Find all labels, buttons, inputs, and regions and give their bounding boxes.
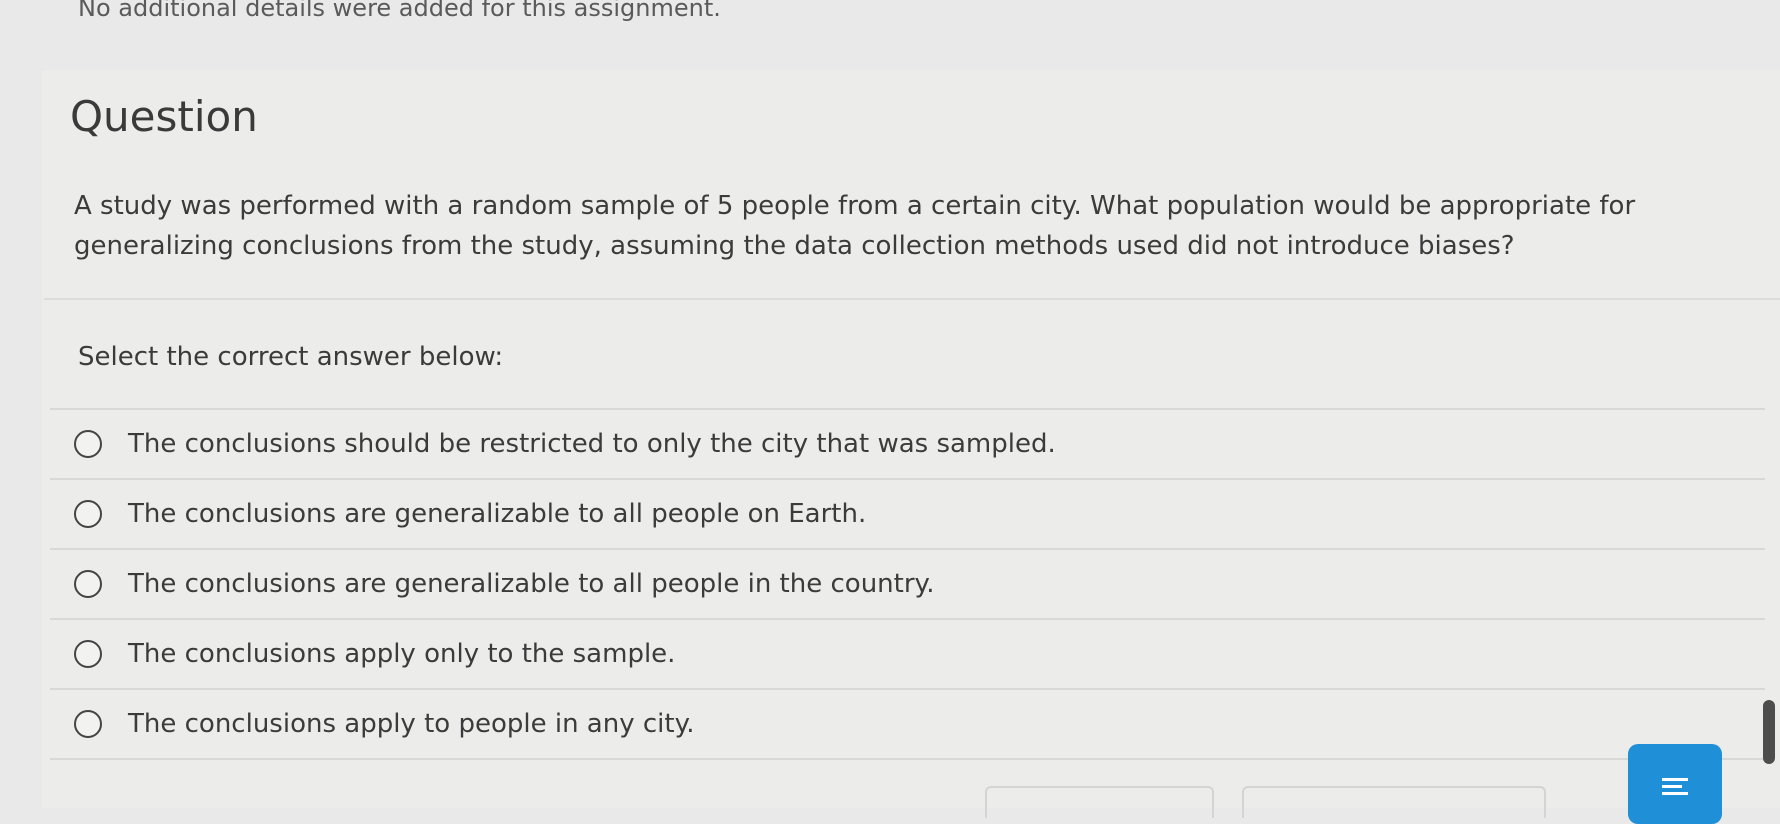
answer-choice-1[interactable]: The conclusions should be restricted to … [50, 410, 1765, 480]
menu-button[interactable] [1628, 744, 1722, 824]
answer-choice-5[interactable]: The conclusions apply to people in any c… [50, 690, 1765, 760]
radio-button[interactable] [74, 500, 102, 528]
answer-choice-4[interactable]: The conclusions apply only to the sample… [50, 620, 1765, 690]
answer-choice-label: The conclusions should be restricted to … [128, 429, 1056, 459]
radio-button[interactable] [74, 570, 102, 598]
bottom-button-outline[interactable] [985, 786, 1214, 818]
divider [44, 298, 1780, 300]
scrollbar-thumb[interactable] [1763, 700, 1775, 764]
answer-choice-3[interactable]: The conclusions are generalizable to all… [50, 550, 1765, 620]
answer-choices: The conclusions should be restricted to … [50, 408, 1765, 760]
question-heading: Question [70, 92, 258, 141]
answer-choice-label: The conclusions are generalizable to all… [128, 569, 935, 599]
answer-choice-label: The conclusions apply to people in any c… [128, 709, 695, 739]
answer-choice-label: The conclusions apply only to the sample… [128, 639, 676, 669]
answer-choice-2[interactable]: The conclusions are generalizable to all… [50, 480, 1765, 550]
radio-button[interactable] [74, 430, 102, 458]
question-text: A study was performed with a random samp… [74, 191, 1636, 261]
bottom-button-outline[interactable] [1242, 786, 1546, 818]
radio-button[interactable] [74, 710, 102, 738]
radio-button[interactable] [74, 640, 102, 668]
answer-choice-label: The conclusions are generalizable to all… [128, 499, 867, 529]
assignment-note: No additional details were added for thi… [78, 0, 721, 22]
hamburger-menu-icon [1662, 774, 1688, 799]
select-answer-label: Select the correct answer below: [78, 342, 504, 372]
